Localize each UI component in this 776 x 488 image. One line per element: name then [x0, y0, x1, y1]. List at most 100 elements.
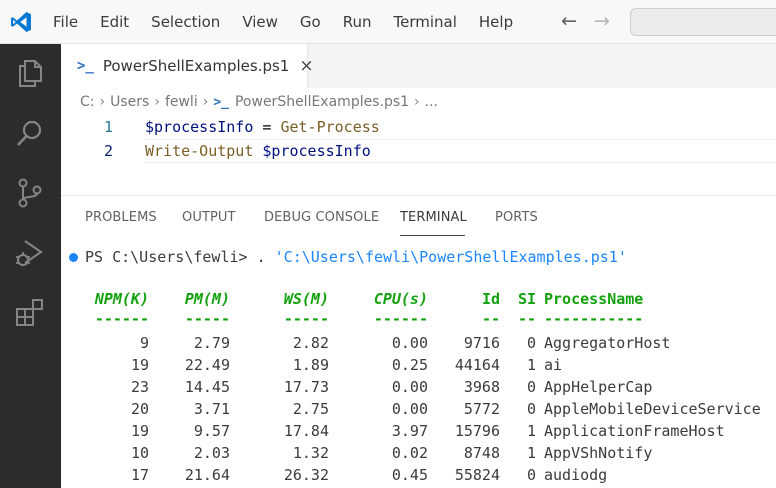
breadcrumb-users[interactable]: Users [110, 94, 149, 110]
cell-si: 0 [526, 378, 536, 396]
cell-npm: 9 [139, 334, 149, 352]
code-variable: $processInfo [262, 142, 371, 160]
cell-si: 1 [526, 422, 536, 440]
command-decoration-dot[interactable] [69, 253, 78, 262]
underline-id: -- [481, 310, 500, 328]
cell-processname: AppHelperCap [544, 378, 653, 396]
tab-output[interactable]: OUTPUT [182, 210, 236, 225]
cell-si: 0 [526, 400, 536, 418]
code-line[interactable]: 1 $processInfo = Get-Process [61, 115, 776, 139]
cell-ws: 1.32 [292, 444, 329, 462]
command-center-search[interactable] [630, 8, 776, 36]
code-line-current[interactable]: 2 Write-Output $processInfo [61, 139, 776, 163]
menu-view[interactable]: View [231, 13, 289, 31]
line-number: 2 [103, 142, 113, 160]
cell-pm: 2.03 [193, 444, 230, 462]
cell-si: 0 [526, 334, 536, 352]
tab-debug-console[interactable]: DEBUG CONSOLE [264, 210, 379, 225]
chevron-right-icon: › [99, 94, 106, 110]
breadcrumb-drive[interactable]: C: [80, 94, 95, 110]
underline-npm: ------ [94, 310, 149, 328]
chevron-right-icon: › [414, 94, 420, 110]
line-number: 1 [103, 118, 113, 136]
close-icon[interactable]: × [299, 56, 313, 76]
powershell-file-icon: >_ [77, 58, 94, 74]
cell-id: 8748 [463, 444, 500, 462]
cell-pm: 14.45 [184, 378, 230, 396]
table-row: 20 3.71 2.75 0.00 5772 0 AppleMobileDeviceServ… [61, 398, 776, 420]
menu-file[interactable]: File [42, 13, 89, 31]
search-icon[interactable] [14, 117, 46, 149]
breadcrumb: C: › Users › fewli › >_ PowerShellExampl… [80, 91, 438, 113]
code-editor[interactable]: 1 $processInfo = Get-Process 2 Write-Out… [61, 114, 776, 194]
powershell-file-icon: >_ [213, 94, 229, 110]
underline-cpu: ------ [373, 310, 428, 328]
command-dot: . [256, 248, 275, 266]
back-arrow-icon[interactable]: ← [561, 11, 577, 31]
cell-ws: 17.73 [283, 378, 329, 396]
cell-cpu: 0.00 [391, 378, 428, 396]
table-row: 23 14.45 17.73 0.00 3968 0 AppHelperCap [61, 376, 776, 398]
source-control-icon[interactable] [14, 177, 46, 209]
tab-label: PowerShellExamples.ps1 [102, 57, 290, 75]
extensions-icon[interactable] [14, 297, 46, 329]
cell-cpu: 0.45 [391, 466, 428, 484]
activity-bar [0, 44, 61, 488]
code-function: Get-Process [280, 118, 380, 136]
cell-ws: 2.75 [292, 400, 329, 418]
cell-cpu: 0.00 [391, 334, 428, 352]
code-variable: $processInfo [145, 118, 254, 136]
cell-pm: 22.49 [184, 356, 230, 374]
explorer-icon[interactable] [14, 57, 46, 89]
code-text: Write-Output $processInfo [145, 139, 371, 163]
cell-npm: 23 [130, 378, 149, 396]
prompt-text: PS C:\Users\fewli> [85, 248, 257, 266]
menu-go[interactable]: Go [289, 13, 332, 31]
tab-powershell-examples[interactable]: >_ PowerShellExamples.ps1 × [61, 44, 314, 88]
table-row: 19 9.57 17.84 3.97 15796 1 ApplicationFrameHos… [61, 420, 776, 442]
menu-terminal[interactable]: Terminal [383, 13, 468, 31]
cell-processname: AggregatorHost [544, 334, 671, 352]
underline-ws: ----- [283, 310, 329, 328]
cell-pm: 3.71 [193, 400, 230, 418]
menu-selection[interactable]: Selection [140, 13, 231, 31]
cell-id: 3968 [463, 378, 500, 396]
cell-si: 0 [526, 466, 536, 484]
editor-tab-bar: >_ PowerShellExamples.ps1 × [61, 44, 776, 88]
cell-id: 15796 [454, 422, 500, 440]
cell-pm: 2.79 [193, 334, 230, 352]
header-processname: ProcessName [544, 290, 644, 308]
cell-cpu: 3.97 [391, 422, 428, 440]
cell-npm: 19 [130, 422, 149, 440]
tab-problems[interactable]: PROBLEMS [85, 210, 157, 225]
breadcrumb-more[interactable]: ... [425, 94, 438, 110]
breadcrumb-file[interactable]: PowerShellExamples.ps1 [235, 94, 409, 110]
tab-ports[interactable]: PORTS [495, 210, 538, 225]
chevron-right-icon: › [154, 94, 160, 110]
cell-npm: 20 [130, 400, 149, 418]
code-text: $processInfo = Get-Process [145, 115, 380, 139]
table-row: 19 22.49 1.89 0.25 44164 1 ai [61, 354, 776, 376]
cell-ws: 17.84 [283, 422, 329, 440]
cell-npm: 10 [130, 444, 149, 462]
header-pm: PM(M) [184, 290, 230, 308]
underline-processname: ----------- [544, 310, 644, 328]
menu-run[interactable]: Run [332, 13, 383, 31]
cell-cpu: 0.25 [391, 356, 428, 374]
tab-terminal[interactable]: TERMINAL [400, 210, 467, 225]
table-header-row: NPM(K) PM(M) WS(M) CPU(s) Id SI ProcessN… [61, 288, 776, 310]
cell-si: 1 [526, 444, 536, 462]
command-path: 'C:\Users\fewli\PowerShellExamples.ps1' [274, 248, 627, 266]
cell-npm: 19 [130, 356, 149, 374]
cell-processname: audiodg [544, 466, 608, 484]
run-debug-icon[interactable] [14, 237, 46, 269]
breadcrumb-fewli[interactable]: fewli [165, 94, 198, 110]
menu-help[interactable]: Help [468, 13, 524, 31]
active-tab-indicator [400, 235, 465, 236]
terminal[interactable]: PS C:\Users\fewli> . 'C:\Users\fewli\Pow… [61, 240, 776, 488]
cell-cpu: 0.02 [391, 444, 428, 462]
forward-arrow-icon[interactable]: → [594, 11, 610, 31]
header-ws: WS(M) [283, 290, 329, 308]
menu-edit[interactable]: Edit [89, 13, 140, 31]
header-cpu: CPU(s) [373, 290, 428, 308]
